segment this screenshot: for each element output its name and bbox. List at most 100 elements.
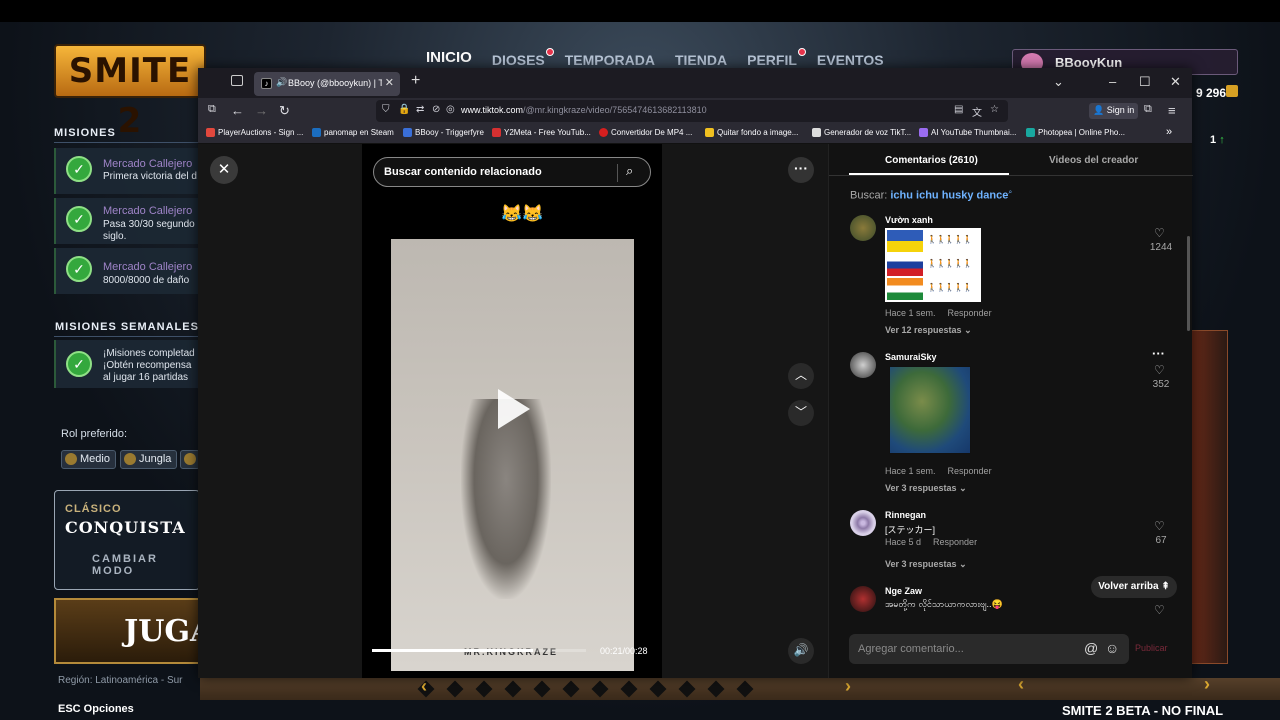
view-replies[interactable]: Ver 3 respuestas ⌄ <box>885 559 967 570</box>
esc-options[interactable]: ESC Opciones <box>58 703 134 715</box>
game-mode-card[interactable]: CLÁSICO CONQUISTA CAMBIAR MODO <box>54 490 200 590</box>
heart-icon[interactable]: ♡ <box>1154 603 1165 617</box>
chevron-right-icon[interactable]: › <box>845 676 851 697</box>
avatar[interactable] <box>850 586 876 612</box>
browser-tab[interactable]: ♪ 🔊 BBooy (@bbooykun) | TikTok ✕ <box>254 72 400 96</box>
bookmark-item[interactable]: AI YouTube Thumbnai... <box>919 128 1016 137</box>
video-player[interactable]: MR.KINGKRAZE <box>391 239 634 671</box>
change-mode-button[interactable]: CAMBIAR MODO <box>92 553 199 577</box>
forward-icon[interactable]: → <box>255 103 268 118</box>
tab-comments[interactable]: Comentarios (2610) <box>885 155 978 166</box>
new-tab-icon[interactable]: + <box>411 72 420 90</box>
weekly-desc: al jugar 16 partidas <box>103 372 189 383</box>
bookmark-item[interactable]: Y2Meta - Free YouTub... <box>492 128 591 137</box>
heart-icon[interactable]: ♡ <box>1154 226 1165 240</box>
bookmark-item[interactable]: Quitar fondo a image... <box>705 128 798 137</box>
avatar[interactable] <box>850 215 876 241</box>
bookmark-item[interactable]: Convertidor De MP4 ... <box>599 128 692 137</box>
video-progress-bar[interactable] <box>372 649 586 652</box>
search-icon[interactable]: ⌕ <box>626 163 633 179</box>
avatar[interactable] <box>850 352 876 378</box>
volume-icon[interactable]: 🔊 <box>788 638 814 664</box>
bookmark-item[interactable]: BBooy - Triggerfyre <box>403 128 484 137</box>
sidebar-icon[interactable]: ⧉ <box>208 103 216 116</box>
weekly-mission-item[interactable]: ✓ ¡Misiones completad ¡Obtén recompensa … <box>54 340 200 388</box>
chevron-down-icon[interactable]: ⌄ <box>1053 74 1064 90</box>
bookmark-item[interactable]: Photopea | Online Pho... <box>1026 128 1125 137</box>
chevron-right-icon[interactable]: › <box>1204 674 1210 695</box>
tab-creator-videos[interactable]: Videos del creador <box>1049 155 1138 166</box>
comment-image[interactable]: 🚶🚶🚶🚶🚶 🚶🚶🚶🚶🚶 🚶🚶🚶🚶🚶 <box>885 228 981 302</box>
bookmark-star-icon: ☆ <box>990 104 999 115</box>
shield-icon: ⛉ <box>382 104 390 115</box>
mission-item[interactable]: ✓ Mercado Callejero Primera victoria del… <box>54 148 200 194</box>
emoji-icon[interactable]: ☺ <box>1105 640 1119 656</box>
reply-button[interactable]: Responder <box>948 308 992 318</box>
publish-button[interactable]: Publicar <box>1135 643 1168 653</box>
scrollbar[interactable] <box>1187 236 1190 331</box>
nav-temporada[interactable]: TEMPORADA <box>565 52 655 69</box>
mention-icon[interactable]: @ <box>1084 640 1098 656</box>
close-tab-icon[interactable]: ✕ <box>385 76 394 89</box>
close-window-icon[interactable]: ✕ <box>1170 74 1181 90</box>
nav-dioses[interactable]: DIOSES <box>492 48 554 69</box>
gold-amount: 9 296 <box>1196 86 1227 100</box>
back-icon[interactable]: ← <box>231 103 244 118</box>
comment-meta: Hace 5 d Responder <box>885 537 978 547</box>
mission-item[interactable]: ✓ Mercado Callejero 8000/8000 de daño <box>54 248 200 294</box>
comment-username[interactable]: Vườn xanh <box>885 215 933 225</box>
heart-icon[interactable]: ♡ <box>1154 363 1165 377</box>
sign-in-button[interactable]: 👤 Sign in <box>1089 103 1139 119</box>
mission-item[interactable]: ✓ Mercado Callejero Pasa 30/30 segundo s… <box>54 198 200 244</box>
back-to-top-button[interactable]: Volver arriba ⇞ <box>1091 576 1177 598</box>
play-icon[interactable] <box>498 389 530 429</box>
chevron-right-icon[interactable]: » <box>1166 126 1172 138</box>
extensions-icon[interactable]: ⧉ <box>1144 103 1152 116</box>
reload-icon[interactable]: ↻ <box>279 103 290 119</box>
menu-icon[interactable]: ≡ <box>1168 103 1176 118</box>
nav-inicio[interactable]: INICIO <box>426 49 472 66</box>
more-options-icon[interactable]: ··· <box>788 157 814 183</box>
chevron-left-icon[interactable]: ‹ <box>421 676 427 697</box>
search-icon: ⌕ <box>1008 189 1013 196</box>
search-suggestion[interactable]: Buscar: ichu ichu husky dance⌕ <box>850 189 1012 202</box>
mode-category: CLÁSICO <box>65 503 122 515</box>
speaker-icon[interactable]: 🔊 <box>276 77 287 88</box>
add-comment-input[interactable]: Agregar comentario... @ ☺ <box>849 634 1129 664</box>
minimize-icon[interactable]: – <box>1109 74 1116 89</box>
search-input[interactable]: Buscar contenido relacionado ⌕ <box>373 157 651 187</box>
chevron-up-icon[interactable]: ︿ <box>788 363 814 389</box>
heart-icon[interactable]: ♡ <box>1154 519 1165 533</box>
nav-eventos[interactable]: EVENTOS <box>817 52 884 69</box>
comment-username[interactable]: Nge Zaw <box>885 586 922 596</box>
maximize-icon[interactable]: ☐ <box>1139 74 1151 90</box>
comment-username[interactable]: SamuraiSky <box>885 352 937 362</box>
nav-perfil[interactable]: PERFIL <box>747 48 806 69</box>
view-replies[interactable]: Ver 12 respuestas ⌄ <box>885 325 972 336</box>
reply-button[interactable]: Responder <box>933 537 977 547</box>
role-chip-more[interactable] <box>180 450 200 469</box>
bookmark-item[interactable]: panomap en Steam <box>312 128 394 137</box>
role-chip-medio[interactable]: Medio <box>61 450 116 469</box>
flag-india <box>887 278 923 300</box>
divider <box>54 142 200 143</box>
nav-tienda[interactable]: TIENDA <box>675 52 727 69</box>
mission-desc: Primera victoria del d <box>103 171 197 182</box>
play-button[interactable]: JUGA <box>54 598 213 664</box>
bookmark-item[interactable]: Generador de voz TikT... <box>812 128 911 137</box>
mission-title: Mercado Callejero <box>103 261 193 273</box>
chevron-down-icon[interactable]: ﹀ <box>788 400 814 426</box>
bookmark-item[interactable]: PlayerAuctions - Sign ... <box>206 128 303 137</box>
avatar[interactable] <box>850 510 876 536</box>
comment-meta: Hace 1 sem. Responder <box>885 466 992 476</box>
url-bar[interactable]: ⛉ 🔒 ⇄ ⊘ ◎ www.tiktok.com/@mr.kingkraze/v… <box>376 100 1008 122</box>
more-options-icon[interactable]: ··· <box>1152 346 1165 361</box>
view-replies[interactable]: Ver 3 respuestas ⌄ <box>885 483 967 494</box>
bookmark-icon <box>919 128 928 137</box>
close-icon[interactable]: ✕ <box>210 156 238 184</box>
comment-image[interactable] <box>889 366 971 454</box>
role-chip-jungla[interactable]: Jungla <box>120 450 178 469</box>
reply-button[interactable]: Responder <box>948 466 992 476</box>
comment-username[interactable]: Rinnegan <box>885 510 926 520</box>
tab-list-icon[interactable] <box>231 75 243 86</box>
